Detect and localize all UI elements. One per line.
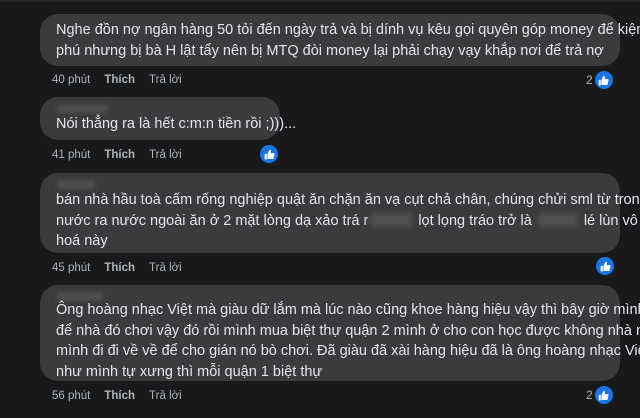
author-name-blurred — [56, 180, 96, 189]
comment-actions: 56 phút Thích Trả lời — [52, 390, 182, 402]
comment-time[interactable]: 40 phút — [52, 74, 90, 86]
censored-word — [370, 212, 413, 227]
comment-line: hoá này — [56, 233, 108, 249]
text-segment: lé lùn vô văn — [583, 212, 640, 229]
comment-actions: 41 phút Thích Trả lời — [52, 149, 182, 161]
comment-time[interactable]: 56 phút — [52, 390, 90, 402]
comment-line: Nói thẳng ra là hết c:m:n tiền rồi ;))).… — [56, 116, 297, 132]
comment-text: bán nhà hầu toà cấm rống nghiệp quật ăn … — [56, 190, 640, 252]
comment-text: Ông hoàng nhạc Việt mà giàu dữ lắm mà lú… — [56, 300, 640, 382]
text-segment: lọt lọng tráo trở là — [418, 212, 532, 229]
like-thumbs-up-icon — [594, 71, 613, 89]
reaction-summary[interactable]: 2 — [586, 71, 613, 89]
top-edge — [0, 0, 640, 2]
author-name-blurred — [56, 104, 108, 113]
reply-button[interactable]: Trả lời — [149, 149, 182, 161]
comment-bubble: Nghe đồn nợ ngân hàng 50 tỏi đến ngày tr… — [40, 14, 640, 66]
comment-line: Ông hoàng nhạc Việt mà giàu dữ lắm mà lú… — [56, 302, 640, 318]
reaction-summary[interactable] — [596, 257, 614, 275]
censored-word — [537, 212, 578, 227]
reply-button[interactable]: Trả lời — [149, 74, 182, 86]
comment-text: Nghe đồn nợ ngân hàng 50 tỏi đến ngày tr… — [56, 20, 640, 61]
reaction-summary[interactable]: 2 — [586, 386, 613, 404]
like-button[interactable]: Thích — [104, 390, 135, 402]
like-button[interactable]: Thích — [104, 262, 135, 274]
comment-line: như mình tự xưng thì mỗi quận 1 biệt thự — [56, 363, 323, 380]
reply-button[interactable]: Trả lời — [149, 262, 182, 274]
like-thumbs-up-icon — [596, 257, 614, 275]
comment-bubble: Ông hoàng nhạc Việt mà giàu dữ lắm mà lú… — [40, 285, 640, 382]
comment-line: phú nhưng bị bà H lật tẩy nên bị MTQ đòi… — [56, 42, 604, 59]
like-thumbs-up-icon — [594, 386, 613, 404]
comment-line: bán nhà hầu toà cấm rống nghiệp quật ăn … — [56, 192, 640, 208]
like-button[interactable]: Thích — [104, 149, 135, 161]
reaction-count: 2 — [586, 73, 593, 87]
reply-button[interactable]: Trả lời — [149, 390, 182, 402]
comment-actions: 45 phút Thích Trả lời — [52, 262, 182, 274]
comment-line: để nhà đó chơi vậy đó rồi mình mua biệt … — [56, 322, 640, 339]
comment-time[interactable]: 41 phút — [52, 149, 90, 161]
comment-time[interactable]: 45 phút — [52, 262, 90, 274]
like-button[interactable]: Thích — [104, 74, 135, 86]
text-segment: nước ra nước ngoài ăn ở 2 mặt lòng dạ xả… — [56, 212, 369, 229]
comment-bubble: bán nhà hầu toà cấm rống nghiệp quật ăn … — [40, 173, 640, 253]
comment-line: nước ra nước ngoài ăn ở 2 mặt lòng dạ xả… — [56, 211, 640, 232]
comment-actions: 40 phút Thích Trả lời — [52, 74, 182, 86]
reaction-summary[interactable] — [260, 145, 278, 163]
comment-bubble: Nói thẳng ra là hết c:m:n tiền rồi ;))).… — [40, 97, 297, 140]
comment-line: mình đi đi về về để cho gián nó bò chơi.… — [56, 343, 640, 359]
comment-line: Nghe đồn nợ ngân hàng 50 tỏi đến ngày tr… — [56, 22, 640, 38]
reaction-count: 2 — [586, 388, 593, 402]
comment-text: Nói thẳng ra là hết c:m:n tiền rồi ;))).… — [56, 114, 297, 135]
like-thumbs-up-icon — [260, 145, 278, 163]
